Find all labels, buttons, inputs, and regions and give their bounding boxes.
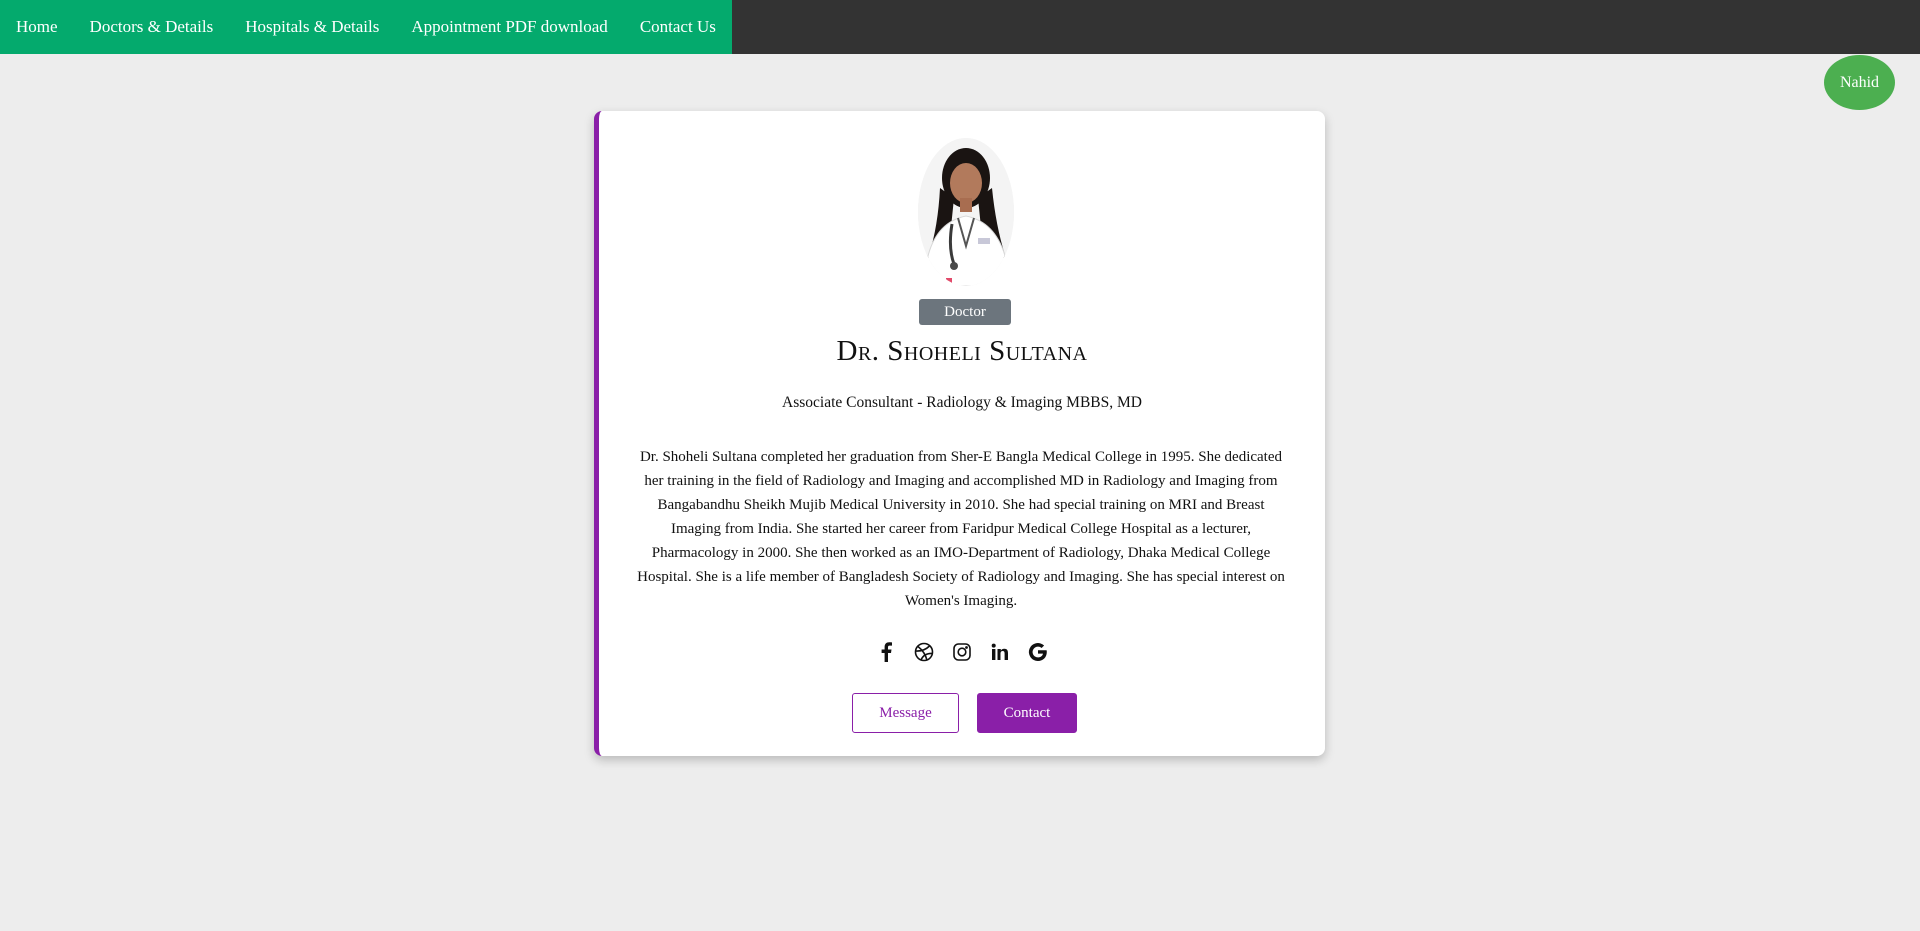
top-navbar: Home Doctors & Details Hospitals & Detai… [0,0,1920,54]
dribbble-icon[interactable] [913,641,935,663]
doctor-bio: Dr. Shoheli Sultana completed her gradua… [637,449,1285,609]
doctor-photo [918,138,1014,286]
linkedin-icon[interactable] [989,641,1011,663]
instagram-icon[interactable] [951,641,973,663]
nav-appointment-pdf[interactable]: Appointment PDF download [395,0,623,54]
main-nav: Home Doctors & Details Hospitals & Detai… [0,0,732,54]
message-button[interactable]: Message [852,693,959,733]
social-links [599,639,1325,665]
role-tag: Doctor [919,299,1011,325]
contact-button[interactable]: Contact [977,693,1077,733]
nav-hospitals-details[interactable]: Hospitals & Details [229,0,395,54]
nav-home[interactable]: Home [0,0,74,54]
doctor-name: Dr. Shoheli Sultana [836,335,1088,367]
user-badge[interactable]: Nahid [1824,55,1895,110]
doctor-title: Associate Consultant - Radiology & Imagi… [782,394,1142,411]
nav-contact-us[interactable]: Contact Us [624,0,732,54]
facebook-icon[interactable] [875,641,897,663]
doctor-profile-card: Doctor Dr. Shoheli Sultana Associate Con… [594,111,1325,756]
google-icon[interactable] [1027,641,1049,663]
nav-doctors-details[interactable]: Doctors & Details [74,0,230,54]
